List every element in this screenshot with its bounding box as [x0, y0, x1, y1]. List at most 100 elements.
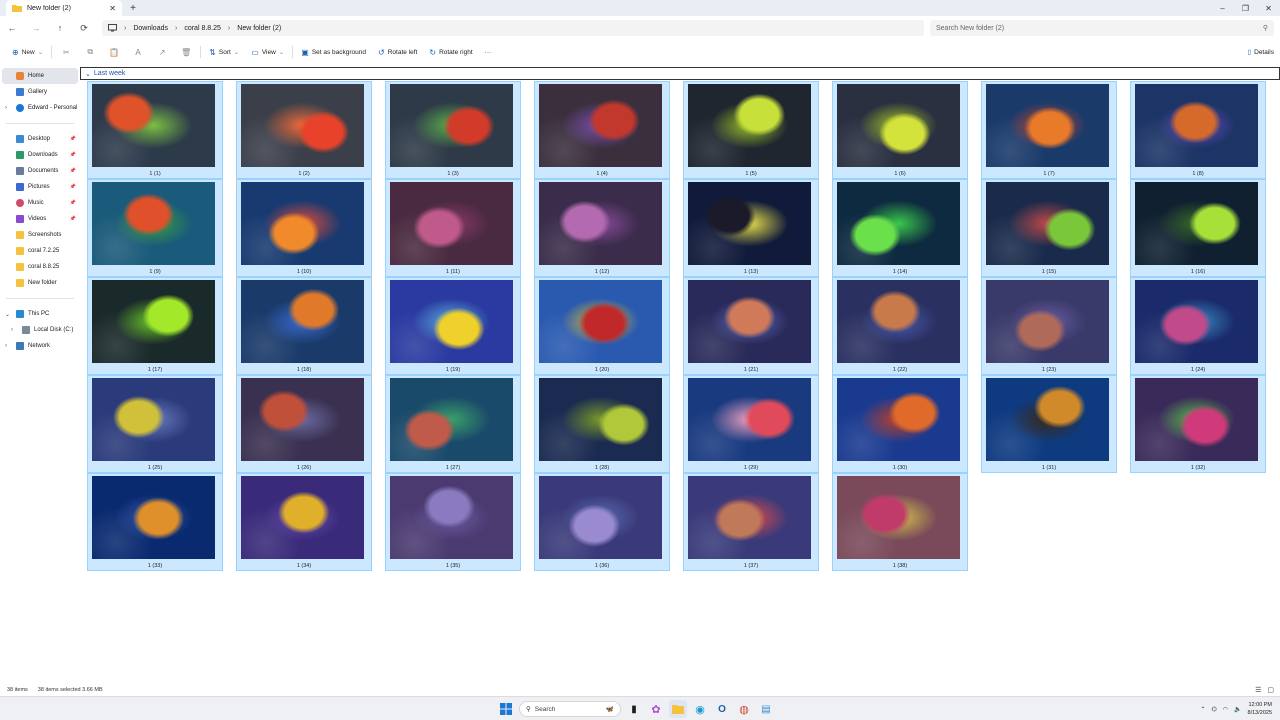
chevron-right-icon[interactable]: › — [5, 105, 7, 111]
task-view-icon[interactable]: ▮ — [625, 700, 643, 718]
file-tile[interactable]: 1 (21) — [683, 277, 819, 375]
outlook-icon[interactable]: O — [713, 700, 731, 718]
breadcrumb-coral[interactable]: coral 8.8.25 — [184, 25, 221, 32]
sidebar-item-videos[interactable]: Videos 📌 — [0, 211, 80, 227]
copilot-icon[interactable]: ✿ — [647, 700, 665, 718]
sidebar-item-this-pc[interactable]: ⌄ This PC — [0, 306, 80, 322]
sidebar-item-screenshots[interactable]: Screenshots — [0, 227, 80, 243]
tab-new-folder-2[interactable]: New folder (2) ✕ — [6, 0, 122, 16]
close-tab-icon[interactable]: ✕ — [109, 4, 116, 13]
file-tile[interactable]: 1 (3) — [385, 81, 521, 179]
file-tile[interactable]: 1 (28) — [534, 375, 670, 473]
file-tile[interactable]: 1 (25) — [87, 375, 223, 473]
more-options-button[interactable]: ··· — [479, 42, 498, 62]
sidebar-item-music[interactable]: Music 📌 — [0, 195, 80, 211]
breadcrumb-current[interactable]: New folder (2) — [237, 25, 281, 32]
notepad-icon[interactable]: ▤ — [757, 700, 775, 718]
sidebar-item-onedrive[interactable]: › Edward - Personal — [0, 100, 80, 116]
breadcrumb[interactable]: › Downloads › coral 8.8.25 › New folder … — [102, 20, 924, 36]
maximize-button[interactable]: ❐ — [1234, 0, 1257, 16]
file-tile[interactable]: 1 (27) — [385, 375, 521, 473]
details-view-icon[interactable]: ☰ — [1255, 686, 1261, 694]
rotate-left-button[interactable]: ↺ Rotate left — [372, 42, 423, 62]
file-tile[interactable]: 1 (9) — [87, 179, 223, 277]
file-tile[interactable]: 1 (26) — [236, 375, 372, 473]
file-tile[interactable]: 1 (5) — [683, 81, 819, 179]
share-icon[interactable]: ↗ — [150, 42, 174, 62]
wifi-icon[interactable]: ◠ — [1223, 706, 1228, 713]
rename-icon[interactable]: Ａ — [126, 42, 150, 62]
sidebar-item-coral-8-8-25[interactable]: coral 8.8.25 — [0, 259, 80, 275]
file-tile[interactable]: 1 (8) — [1130, 81, 1266, 179]
file-tile[interactable]: 1 (35) — [385, 473, 521, 571]
breadcrumb-downloads[interactable]: Downloads — [133, 25, 168, 32]
file-tile[interactable]: 1 (11) — [385, 179, 521, 277]
file-tile[interactable]: 1 (7) — [981, 81, 1117, 179]
sidebar-item-pictures[interactable]: Pictures 📌 — [0, 179, 80, 195]
sidebar-item-desktop[interactable]: Desktop 📌 — [0, 131, 80, 147]
paste-icon[interactable]: 📋 — [102, 42, 126, 62]
up-button[interactable]: ↑ — [48, 16, 72, 40]
file-tile[interactable]: 1 (19) — [385, 277, 521, 375]
file-tile[interactable]: 1 (17) — [87, 277, 223, 375]
sidebar-item-new-folder[interactable]: New folder — [0, 275, 80, 291]
sidebar-item-downloads[interactable]: Downloads 📌 — [0, 147, 80, 163]
refresh-button[interactable]: ⟳ — [72, 16, 96, 40]
cut-icon[interactable]: ✂ — [54, 42, 78, 62]
file-tile[interactable]: 1 (20) — [534, 277, 670, 375]
file-tile[interactable]: 1 (24) — [1130, 277, 1266, 375]
file-tile[interactable]: 1 (6) — [832, 81, 968, 179]
sidebar-item-coral-7-2-25[interactable]: coral 7.2.25 — [0, 243, 80, 259]
back-button[interactable]: ← — [0, 16, 24, 40]
new-button[interactable]: ⊕ New ⌄ — [6, 42, 49, 62]
sidebar-item-gallery[interactable]: Gallery — [0, 84, 80, 100]
file-tile[interactable]: 1 (32) — [1130, 375, 1266, 473]
close-window-button[interactable]: ✕ — [1257, 0, 1280, 16]
sidebar-item-network[interactable]: › Network — [0, 338, 80, 354]
file-tile[interactable]: 1 (36) — [534, 473, 670, 571]
search-input[interactable]: Search New folder (2) ⚲ — [930, 20, 1274, 36]
sidebar-item-local-disk[interactable]: › Local Disk (C:) — [0, 322, 80, 338]
chevron-right-icon[interactable]: › — [11, 327, 13, 333]
copy-icon[interactable]: ⧉ — [78, 42, 102, 62]
file-tile[interactable]: 1 (12) — [534, 179, 670, 277]
details-button[interactable]: ▯ Details — [1248, 42, 1274, 62]
delete-icon[interactable]: 🗑 — [174, 42, 198, 62]
chevron-down-icon[interactable]: ⌄ — [5, 311, 10, 318]
sidebar-item-documents[interactable]: Documents 📌 — [0, 163, 80, 179]
view-button[interactable]: ▭ View ⌄ — [245, 42, 290, 62]
file-tile[interactable]: 1 (4) — [534, 81, 670, 179]
file-tile[interactable]: 1 (30) — [832, 375, 968, 473]
file-tile[interactable]: 1 (31) — [981, 375, 1117, 473]
file-tile[interactable]: 1 (23) — [981, 277, 1117, 375]
rotate-right-button[interactable]: ↻ Rotate right — [423, 42, 478, 62]
file-tile[interactable]: 1 (33) — [87, 473, 223, 571]
chrome-icon[interactable]: ◍ — [735, 700, 753, 718]
file-tile[interactable]: 1 (2) — [236, 81, 372, 179]
taskbar-search-input[interactable]: ⚲ Search 🦋 — [519, 701, 621, 717]
edge-icon[interactable]: ◉ — [691, 700, 709, 718]
minimize-button[interactable]: – — [1211, 0, 1234, 16]
file-tile[interactable]: 1 (14) — [832, 179, 968, 277]
start-icon[interactable] — [497, 700, 515, 718]
file-explorer-icon[interactable] — [669, 700, 687, 718]
network-status-icon[interactable]: ⌬ — [1212, 706, 1217, 713]
group-header-last-week[interactable]: ⌄ Last week — [80, 67, 1280, 80]
new-tab-button[interactable]: + — [126, 1, 140, 15]
file-tile[interactable]: 1 (13) — [683, 179, 819, 277]
sidebar-item-home[interactable]: Home — [2, 68, 78, 84]
file-tile[interactable]: 1 (16) — [1130, 179, 1266, 277]
file-tile[interactable]: 1 (29) — [683, 375, 819, 473]
file-tile[interactable]: 1 (37) — [683, 473, 819, 571]
clock[interactable]: 12:00 PM 8/13/2025 — [1248, 701, 1272, 717]
file-tile[interactable]: 1 (38) — [832, 473, 968, 571]
file-tile[interactable]: 1 (34) — [236, 473, 372, 571]
chevron-up-icon[interactable]: ⌃ — [1201, 706, 1206, 713]
set-background-button[interactable]: ▣ Set as background — [295, 42, 372, 62]
file-tile[interactable]: 1 (1) — [87, 81, 223, 179]
tiles-view-icon[interactable]: ▢ — [1267, 686, 1274, 694]
forward-button[interactable]: → — [24, 16, 48, 40]
file-tile[interactable]: 1 (22) — [832, 277, 968, 375]
sort-button[interactable]: ⇅ Sort ⌄ — [203, 42, 245, 62]
volume-icon[interactable]: 🔈 — [1234, 706, 1241, 713]
